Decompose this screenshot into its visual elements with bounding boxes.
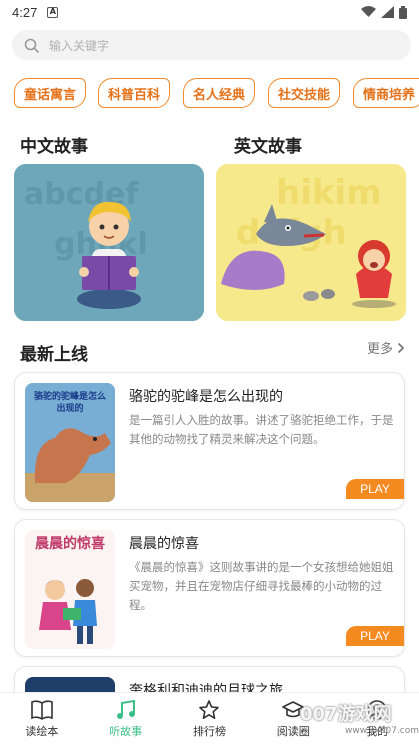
status-bar: 4:27 A <box>0 0 419 24</box>
nav-rankings[interactable]: 排行榜 <box>168 693 252 744</box>
music-note-icon <box>116 699 135 719</box>
nav-label: 排行榜 <box>192 724 226 738</box>
new-releases-title: 最新上线 <box>20 345 88 365</box>
book-cover-title: 骆驼的驼峰是怎么出现的 <box>33 392 106 414</box>
book-description: 《晨晨的惊喜》这则故事讲的是一个女孩想给她姐姐买宠物，并且在宠物店仔细寻找最棒的… <box>129 560 394 612</box>
more-link[interactable]: 更多 <box>367 338 405 357</box>
play-button[interactable]: PLAY <box>346 479 404 499</box>
watermark: 007游戏网 <box>300 704 392 725</box>
search-input[interactable]: 输入关键字 <box>49 37 109 54</box>
search-icon <box>24 38 39 53</box>
more-label: 更多 <box>366 342 393 357</box>
book-card-chenchen[interactable]: 晨晨的惊喜 晨晨的惊喜 《晨晨的惊喜》这则故事讲的是一个女孩想给她姐姐买宠物，并… <box>14 519 405 657</box>
book-card-camel[interactable]: 骆驼的驼峰是怎么出现的 骆驼的驼峰是怎么出现的 是一篇引人入胜的故事。讲述了骆驼… <box>14 372 405 510</box>
chip-classics[interactable]: 名人经典 <box>183 78 255 108</box>
chevron-right-icon <box>397 342 405 353</box>
play-button[interactable]: PLAY <box>346 626 404 646</box>
chip-social-skills[interactable]: 社交技能 <box>268 78 340 108</box>
chip-eq[interactable]: 情商培养 <box>353 78 419 108</box>
book-icon <box>31 699 53 720</box>
book-description: 是一篇引人入胜的故事。讲述了骆驼拒绝工作，于是其他的动物找了精灵来解决这个问题。 <box>129 413 394 446</box>
book-cover-chenchen: 晨晨的惊喜 <box>25 530 115 649</box>
english-stories-title: 英文故事 <box>234 137 302 157</box>
nav-listen-stories[interactable]: 听故事 <box>84 693 168 744</box>
english-stories-card[interactable]: hikim defgh <box>216 164 406 321</box>
book-title: 骆驼的驼峰是怎么出现的 <box>129 389 283 405</box>
status-time: 4:27 <box>12 4 38 20</box>
book-cover-title: 晨晨的惊喜 <box>35 536 105 552</box>
book-title: 晨晨的惊喜 <box>129 536 199 552</box>
wolf-and-girl-illustration: hikim defgh <box>216 164 406 321</box>
book-cover-camel: 骆驼的驼峰是怎么出现的 <box>25 383 115 502</box>
wifi-icon <box>361 6 376 17</box>
chinese-stories-card[interactable]: abcdef ghijkl <box>14 164 204 321</box>
chip-fairy-tales[interactable]: 童话寓言 <box>14 78 86 108</box>
battery-icon <box>399 5 407 19</box>
signal-icon <box>381 6 394 18</box>
boy-reading-illustration: abcdef ghijkl <box>14 164 204 321</box>
nav-label: 听故事 <box>109 724 143 738</box>
nav-read-picture-books[interactable]: 读绘本 <box>0 693 84 744</box>
chinese-stories-title: 中文故事 <box>20 137 88 157</box>
svg-text:hikim: hikim <box>276 173 382 213</box>
nav-label: 读绘本 <box>25 724 59 738</box>
chip-science[interactable]: 科普百科 <box>98 78 170 108</box>
watermark-url: www.yx007.com <box>345 726 419 736</box>
category-chips: 童话寓言 科普百科 名人经典 社交技能 情商培养 <box>14 78 419 110</box>
status-icons <box>361 5 407 19</box>
star-icon <box>199 699 220 719</box>
search-bar[interactable]: 输入关键字 <box>12 30 411 60</box>
notification-a-icon: A <box>47 6 59 18</box>
